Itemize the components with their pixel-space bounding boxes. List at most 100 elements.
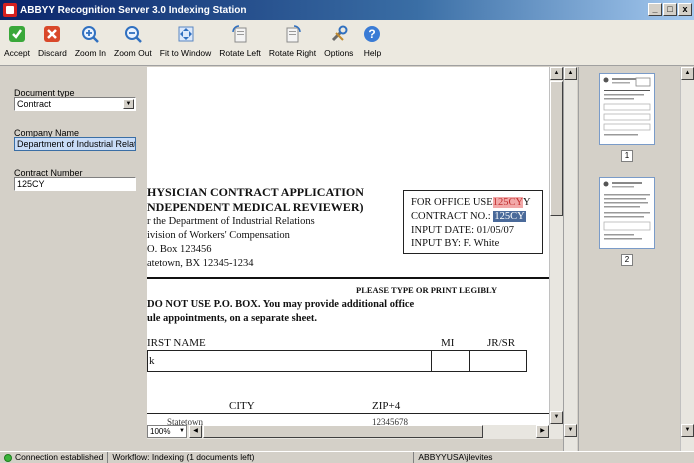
svg-text:?: ? [369,27,376,41]
zip-header: ZIP+4 [372,400,401,412]
doc-heading-2: NDEPENDENT MEDICAL REVIEWER) [147,200,364,214]
name-value: k [149,355,155,367]
city-value: Statetown [167,417,203,425]
secondary-scroll-down-icon[interactable]: ▼ [564,424,577,437]
secondary-scroll-up-icon[interactable]: ▲ [564,67,577,80]
accept-icon [6,23,28,45]
rotate-right-label: Rotate Right [268,48,317,58]
city-header: CITY [229,400,255,412]
office-use-label: FOR OFFICE USE [411,197,493,208]
fit-to-window-label: Fit to Window [159,48,212,58]
scroll-right-arrow-icon[interactable]: ▶ [536,425,549,438]
zoom-in-label: Zoom In [74,48,106,58]
abbyy-app-icon [3,3,17,17]
zoom-in-icon [79,23,101,45]
horizontal-scroll-thumb[interactable] [203,425,483,438]
discard-label: Discard [38,48,67,58]
warning-line-2: ule appointments, on a separate sheet. [147,313,318,324]
secondary-vertical-scrollbar[interactable]: ▲ ▼ [563,67,577,451]
zoom-out-button[interactable]: Zoom Out [114,20,152,65]
document-view[interactable]: HYSICIAN CONTRACT APPLICATION NDEPENDENT… [147,67,563,425]
zoom-out-label: Zoom Out [114,48,152,58]
workflow-status: Workflow: Indexing (1 documents left) [108,452,415,463]
doc-rule [147,277,549,279]
name-divider-2 [469,350,470,372]
input-date-line: INPUT DATE: 01/05/07 [411,225,515,236]
title-bar: ABBYY Recognition Server 3.0 Indexing St… [0,0,694,20]
zoom-chevron-down-icon[interactable]: ▼ [179,426,185,437]
discard-button[interactable]: Discard [38,20,67,65]
office-use-tail: Y [523,197,531,208]
help-button[interactable]: ? Help [361,20,383,65]
rotate-right-icon [282,23,304,45]
zoom-value: 100% [150,427,171,436]
user-status: ABBYYUSA\jlevites [418,452,493,462]
scroll-up-arrow-icon[interactable]: ▲ [550,67,563,80]
office-use-line: FOR OFFICE USE125CYY [411,197,531,208]
name-divider-1 [431,350,432,372]
rotate-left-button[interactable]: Rotate Left [219,20,261,65]
thumbnails-scroll-up-icon[interactable]: ▲ [681,67,694,80]
document-type-select[interactable]: Contract ▼ [14,97,136,111]
zoom-in-button[interactable]: Zoom In [75,20,106,65]
help-label: Help [363,48,382,58]
window-controls: _ □ x [648,3,692,16]
minimize-button[interactable]: _ [648,3,662,16]
rotate-left-icon [229,23,251,45]
accept-label: Accept [4,48,30,58]
thumbnails-scrollbar[interactable]: ▲ ▼ [680,67,694,451]
connection-status-text: Connection established [15,452,104,462]
window-title: ABBYY Recognition Server 3.0 Indexing St… [20,4,247,16]
fit-to-window-icon [175,23,197,45]
scroll-left-arrow-icon[interactable]: ◀ [189,425,202,438]
document-type-value: Contract [17,99,52,109]
status-bar: Connection established Workflow: Indexin… [0,451,694,463]
rotate-left-label: Rotate Left [219,48,261,58]
page-thumbnail-1[interactable] [599,73,655,145]
name-row-box [147,350,527,372]
mi-header: MI [441,337,455,349]
doc-heading-1: HYSICIAN CONTRACT APPLICATION [147,185,364,199]
options-icon [328,23,350,45]
contract-no-line: CONTRACT NO.: 125CY [411,211,526,222]
jr-sr-header: JR/SR [487,337,516,349]
vertical-scroll-thumb[interactable] [550,81,563,216]
options-button[interactable]: Options [324,20,353,65]
doc-address-4: atetown, BX 12345-1234 [147,258,254,269]
contract-number-field[interactable]: 125CY [14,177,136,191]
thumbnails-scroll-down-icon[interactable]: ▼ [681,424,694,437]
connection-status: Connection established [0,452,109,463]
options-label: Options [324,48,354,58]
horizontal-scrollbar[interactable]: 100% ▼ ◀ ▶ [147,425,563,439]
toolbar: Accept Discard Zoom In Zoom Out Fit to W… [0,20,694,66]
doc-address-1: r the Department of Industrial Relations [147,216,315,227]
input-by-line: INPUT BY: F. White [411,238,500,249]
warning-line-1: DO NOT USE P.O. BOX. You may provide add… [147,299,415,310]
document-vertical-scrollbar[interactable]: ▲ ▼ [549,67,563,425]
page-number-1: 1 [621,150,633,162]
rotate-right-button[interactable]: Rotate Right [269,20,316,65]
doc-address-3: O. Box 123456 [147,244,212,255]
page-thumbnails-pane: 1 2 ▲ ▼ [578,67,694,451]
contract-no-highlight[interactable]: 125CY [493,211,526,222]
fit-to-window-button[interactable]: Fit to Window [159,20,212,65]
index-fields-pane: Document type Contract ▼ Company Name De… [0,67,147,451]
help-icon: ? [361,23,383,45]
company-name-field[interactable]: Department of Industrial Relatio [14,137,136,151]
office-use-stamp: 125CY [492,197,524,208]
page-thumbnail-2[interactable] [599,177,655,249]
maximize-button[interactable]: □ [663,3,677,16]
first-name-header: IRST NAME [147,337,206,349]
scroll-down-arrow-icon[interactable]: ▼ [550,411,563,424]
address-row-top [147,413,549,414]
zoom-out-icon [122,23,144,45]
close-button[interactable]: x [678,3,692,16]
chevron-down-icon[interactable]: ▼ [123,99,134,109]
zip-value: 12345678 [372,417,408,425]
discard-icon [41,23,63,45]
contract-no-label: CONTRACT NO.: [411,211,491,222]
zoom-select[interactable]: 100% ▼ [147,425,187,438]
accept-button[interactable]: Accept [4,20,30,65]
please-type-note: PLEASE TYPE OR PRINT LEGIBLY [356,285,498,295]
connection-status-icon [4,453,12,462]
